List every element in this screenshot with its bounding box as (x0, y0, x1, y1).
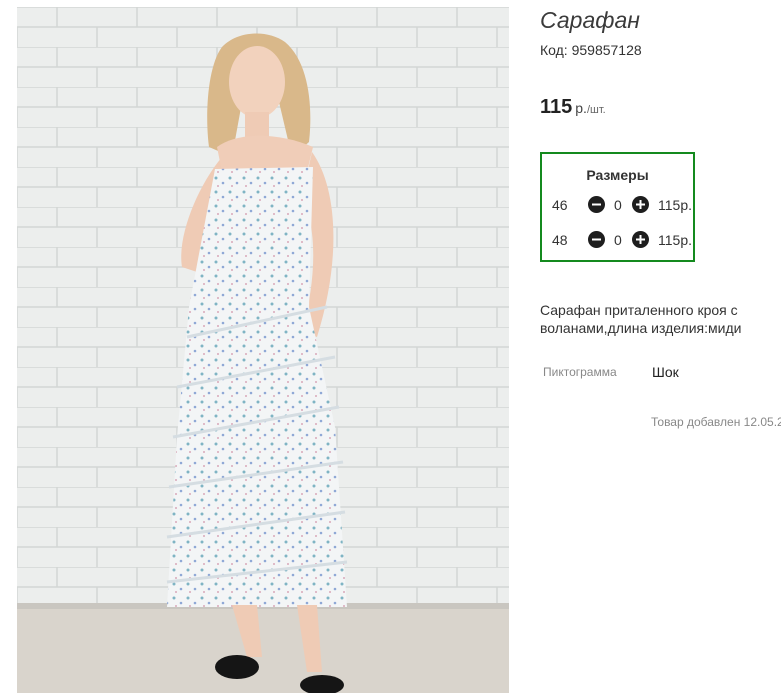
product-page: Сарафан Код: 959857128 115 р./шт. Размеры… (0, 0, 781, 693)
added-date: Товар добавлен 12.05.2 (651, 415, 781, 429)
increase-quantity-button[interactable] (632, 196, 649, 213)
price: 115 р./шт. (540, 96, 606, 119)
product-description: Сарафан приталенного кроя с воланами,дли… (540, 302, 742, 336)
price-currency: р. (575, 100, 587, 116)
decrease-quantity-button[interactable] (588, 231, 605, 248)
size-price: 115р. (658, 197, 692, 213)
product-code: Код: 959857128 (540, 42, 642, 58)
quantity-value[interactable]: 0 (614, 197, 622, 213)
product-photo[interactable] (17, 7, 509, 693)
product-photo-illustration (17, 7, 509, 693)
price-value: 115 (540, 96, 573, 118)
plus-icon (636, 200, 645, 209)
size-price: 115р. (658, 232, 692, 248)
sizes-panel: Размеры 46 0 115р. 48 0 115р. (540, 152, 695, 262)
minus-icon (592, 238, 601, 241)
minus-icon (592, 203, 601, 206)
sizes-title: Размеры (586, 167, 649, 183)
attribute-name: Пиктограмма (543, 365, 617, 379)
attribute-value: Шок (652, 364, 679, 380)
decrease-quantity-button[interactable] (588, 196, 605, 213)
size-label: 46 (552, 197, 568, 213)
price-unit: /шт. (586, 104, 606, 116)
increase-quantity-button[interactable] (632, 231, 649, 248)
plus-icon (636, 235, 645, 244)
product-title: Сарафан (540, 7, 640, 33)
size-label: 48 (552, 232, 568, 248)
quantity-value[interactable]: 0 (614, 232, 622, 248)
